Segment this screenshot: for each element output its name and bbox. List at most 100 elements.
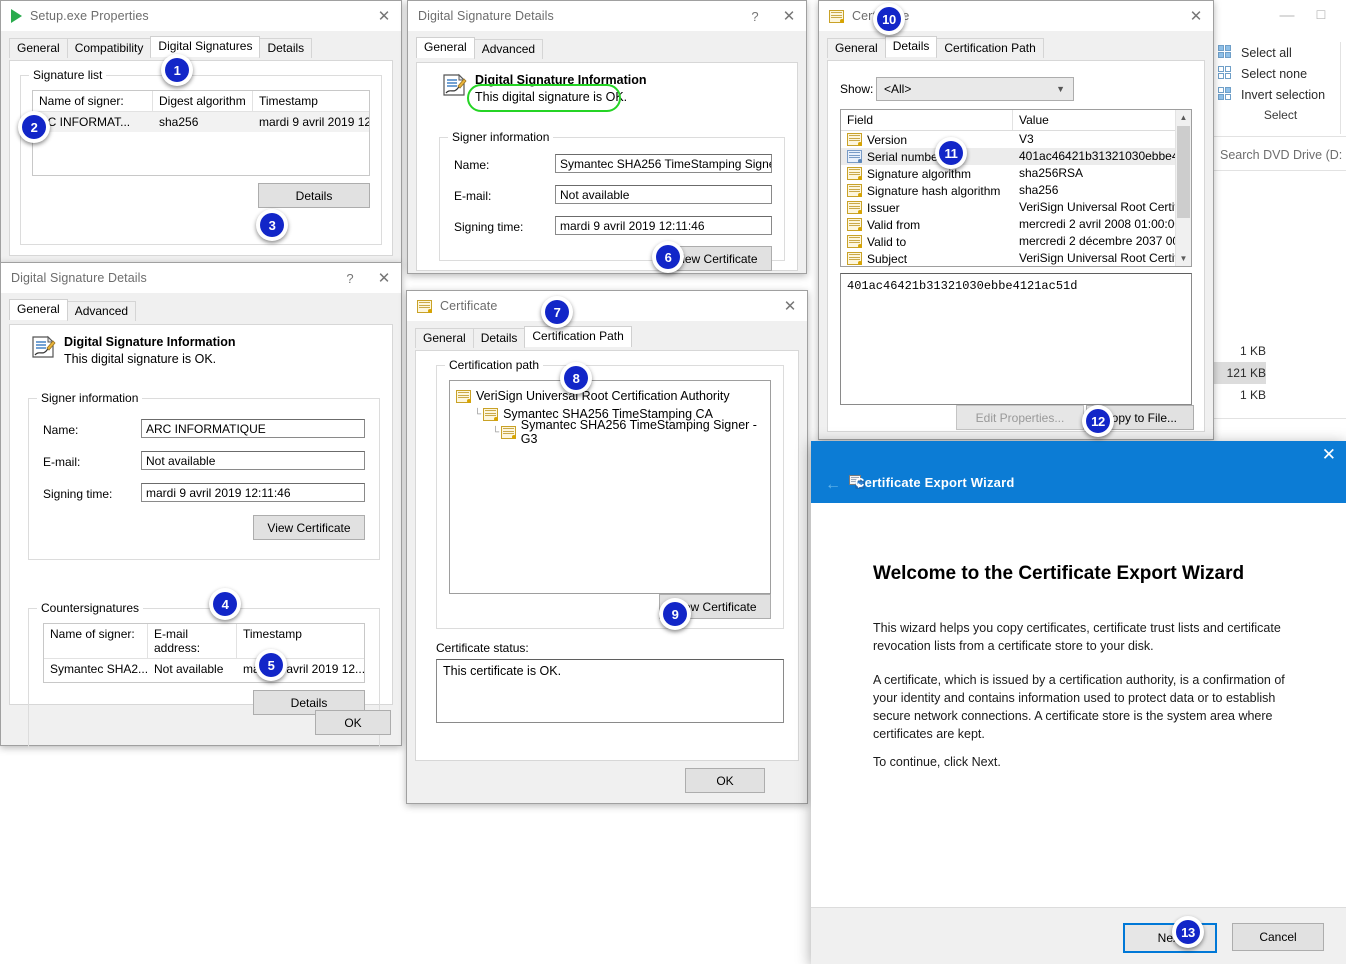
tab-general[interactable]: General xyxy=(416,37,475,58)
certificate-status-label: Certificate status: xyxy=(436,641,529,655)
col-timestamp[interactable]: Timestamp xyxy=(253,91,369,111)
certificate-node-icon xyxy=(456,390,471,403)
table-row[interactable]: SubjectVeriSign Universal Root Certifi xyxy=(841,250,1176,267)
close-icon[interactable]: ✕ xyxy=(1179,1,1213,31)
certificate-status-box[interactable]: This certificate is OK. xyxy=(436,659,784,723)
close-icon[interactable]: ✕ xyxy=(367,263,401,293)
tab-general[interactable]: General xyxy=(9,38,68,58)
minimize-icon[interactable]: — xyxy=(1270,0,1304,30)
name-field[interactable]: ARC INFORMATIQUE xyxy=(141,419,365,438)
cell-field-text: Signature algorithm xyxy=(867,167,971,181)
signature-details-button[interactable]: Details xyxy=(258,183,370,208)
tree-node[interactable]: VeriSign Universal Root Certification Au… xyxy=(456,387,770,405)
col-timestamp[interactable]: Timestamp xyxy=(237,624,364,658)
col-digest-algorithm[interactable]: Digest algorithm xyxy=(153,91,253,111)
col-name-of-signer[interactable]: Name of signer: xyxy=(44,624,148,658)
email-field[interactable]: Not available xyxy=(555,185,772,204)
col-email-address[interactable]: E-mail address: xyxy=(148,624,237,658)
close-icon[interactable]: ✕ xyxy=(1322,446,1336,463)
cell-field: Version xyxy=(841,131,1013,148)
step-badge-number: 4 xyxy=(213,592,237,616)
certificate-details-dialog: Certificate ✕ General Details Certificat… xyxy=(818,0,1214,440)
table-row[interactable]: IssuerVeriSign Universal Root Certifi... xyxy=(841,199,1176,216)
tab-certification-path[interactable]: Certification Path xyxy=(936,38,1043,58)
tree-node-label: VeriSign Universal Root Certification Au… xyxy=(476,389,730,403)
name-field[interactable]: Symantec SHA256 TimeStamping Signer - G3 xyxy=(555,154,772,173)
cell-field-text: Valid to xyxy=(867,235,906,249)
tab-general[interactable]: General xyxy=(827,38,886,58)
tab-digital-signatures[interactable]: Digital Signatures xyxy=(150,36,260,57)
close-icon[interactable]: ✕ xyxy=(773,291,807,321)
cell-value: 401ac46421b31321030ebbe4... xyxy=(1013,148,1176,165)
show-dropdown[interactable]: <All> ▼ xyxy=(876,77,1074,101)
field-value-box[interactable]: 401ac46421b31321030ebbe4121ac51d xyxy=(840,273,1192,405)
scroll-down-icon[interactable]: ▼ xyxy=(1176,251,1191,266)
dsd-ok-button[interactable]: OK xyxy=(315,710,391,735)
explorer-search-box[interactable]: ⃝ Search DVD Drive (D: xyxy=(1212,143,1346,167)
table-row[interactable]: Symantec SHA2... Not available mardi 9 a… xyxy=(44,659,364,679)
signing-time-label: Signing time: xyxy=(454,220,523,234)
step-badge-number: 11 xyxy=(939,141,963,165)
table-row[interactable]: Signature hash algorithmsha256 xyxy=(841,182,1176,199)
tab-compatibility[interactable]: Compatibility xyxy=(67,38,152,58)
col-name-of-signer[interactable]: Name of signer: xyxy=(33,91,153,111)
table-row[interactable]: VersionV3 xyxy=(841,131,1176,148)
dsd-title: Digital Signature Details xyxy=(11,271,147,285)
close-icon[interactable]: ✕ xyxy=(772,1,806,31)
signer-information-group: Signer information Name: Symantec SHA256… xyxy=(439,137,785,261)
table-row[interactable]: Valid frommercredi 2 avril 2008 01:00:00 xyxy=(841,216,1176,233)
certpath-tabstrip: General Details Certification Path xyxy=(407,327,807,347)
select-all-item[interactable]: Select all xyxy=(1218,45,1343,60)
countersignatures-list-view[interactable]: Name of signer: E-mail address: Timestam… xyxy=(43,623,365,683)
digital-signature-details-timestamp-dialog: Digital Signature Details ? ✕ General Ad… xyxy=(407,0,807,274)
tab-advanced[interactable]: Advanced xyxy=(67,301,136,321)
tab-general[interactable]: General xyxy=(415,328,474,348)
table-row[interactable]: Serial number401ac46421b31321030ebbe4... xyxy=(841,148,1176,165)
cancel-button[interactable]: Cancel xyxy=(1232,923,1324,951)
cell-value: mercredi 2 avril 2008 01:00:00 xyxy=(1013,216,1176,233)
scroll-up-icon[interactable]: ▲ xyxy=(1176,110,1191,125)
table-row[interactable]: Signature algorithmsha256RSA xyxy=(841,165,1176,182)
tree-node[interactable]: └ Symantec SHA256 TimeStamping Signer - … xyxy=(492,423,770,441)
help-icon[interactable]: ? xyxy=(333,263,367,293)
certificate-field-list[interactable]: Field Value VersionV3Serial number401ac4… xyxy=(840,109,1192,267)
tab-general[interactable]: General xyxy=(9,299,68,320)
certpath-ok-button[interactable]: OK xyxy=(685,768,765,793)
tab-details[interactable]: Details xyxy=(259,38,312,58)
certpath-title-buttons: ✕ xyxy=(773,291,807,321)
help-icon[interactable]: ? xyxy=(738,1,772,31)
name-label: Name: xyxy=(43,423,78,437)
dsd-ts-titlebar: Digital Signature Details ? ✕ xyxy=(408,1,806,31)
col-field[interactable]: Field xyxy=(841,110,1013,130)
step-badge-8: 8 xyxy=(560,362,592,394)
tab-certification-path[interactable]: Certification Path xyxy=(524,326,631,347)
invert-selection-item[interactable]: Invert selection xyxy=(1218,87,1343,102)
field-list-scrollbar[interactable]: ▲ ▼ xyxy=(1175,110,1191,266)
tab-advanced[interactable]: Advanced xyxy=(474,39,543,59)
field-row-icon xyxy=(847,235,862,248)
dsd-pane: Digital Signature Information This digit… xyxy=(9,324,393,705)
signature-list-view[interactable]: Name of signer: Digest algorithm Timesta… xyxy=(32,90,370,176)
table-row[interactable]: RC INFORMAT... sha256 mardi 9 avril 2019… xyxy=(33,112,369,132)
cell-field: Signature hash algorithm xyxy=(841,182,1013,199)
field-rows: VersionV3Serial number401ac46421b3132103… xyxy=(841,131,1176,267)
tab-details[interactable]: Details xyxy=(885,36,938,57)
signing-time-field[interactable]: mardi 9 avril 2019 12:11:46 xyxy=(555,216,772,235)
col-value[interactable]: Value xyxy=(1013,110,1176,130)
properties-title: Setup.exe Properties xyxy=(30,9,149,23)
back-arrow-icon[interactable]: ← xyxy=(825,477,841,493)
tab-details[interactable]: Details xyxy=(473,328,526,348)
view-certificate-button[interactable]: View Certificate xyxy=(253,515,365,540)
field-row-icon xyxy=(847,252,862,265)
table-row[interactable]: Valid tomercredi 2 décembre 2037 00:... xyxy=(841,233,1176,250)
maximize-icon[interactable]: ☐ xyxy=(1304,0,1338,30)
certification-path-tree[interactable]: VeriSign Universal Root Certification Au… xyxy=(449,380,771,594)
chevron-down-icon[interactable]: ▼ xyxy=(1056,84,1065,94)
email-field[interactable]: Not available xyxy=(141,451,365,470)
scrollbar-thumb[interactable] xyxy=(1177,126,1190,218)
close-icon[interactable]: ✕ xyxy=(367,1,401,31)
select-all-icon xyxy=(1218,45,1233,60)
signing-time-field[interactable]: mardi 9 avril 2019 12:11:46 xyxy=(141,483,365,502)
select-none-item[interactable]: Select none xyxy=(1218,66,1343,81)
step-badge-number: 6 xyxy=(656,245,680,269)
